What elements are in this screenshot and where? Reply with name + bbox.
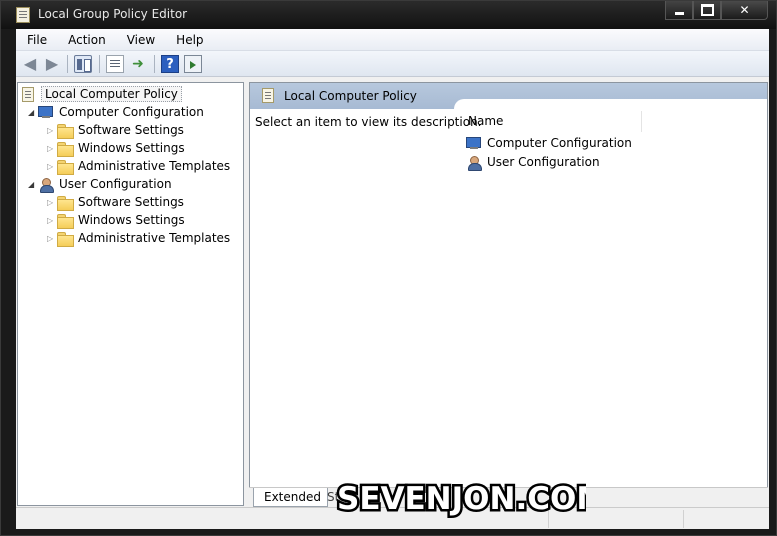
group-policy-icon bbox=[16, 7, 30, 23]
details-header: Local Computer Policy bbox=[250, 83, 767, 109]
column-header-label: Name bbox=[468, 114, 504, 128]
column-header-empty[interactable] bbox=[642, 111, 767, 132]
folder-icon bbox=[57, 159, 74, 175]
tree-computer-software-settings[interactable]: ▷ Software Settings bbox=[47, 121, 184, 139]
computer-icon bbox=[466, 136, 482, 150]
collapsed-arrow-icon[interactable]: ▷ bbox=[47, 234, 57, 243]
window-title: Local Group Policy Editor bbox=[38, 7, 188, 21]
tree-user-windows-settings[interactable]: ▷ Windows Settings bbox=[47, 211, 185, 229]
policy-document-icon bbox=[262, 88, 274, 103]
computer-icon bbox=[38, 105, 54, 119]
menu-file[interactable]: File bbox=[16, 33, 57, 47]
collapsed-arrow-icon[interactable]: ▷ bbox=[47, 144, 57, 153]
toolbar-separator bbox=[67, 55, 68, 73]
folder-icon bbox=[57, 141, 74, 157]
tree-root-label: Local Computer Policy bbox=[41, 86, 182, 102]
expanded-arrow-icon[interactable]: ◢ bbox=[28, 180, 38, 189]
menu-help[interactable]: Help bbox=[165, 33, 213, 47]
tree-user-administrative-templates[interactable]: ▷ Administrative Templates bbox=[47, 229, 230, 247]
close-button[interactable]: ✕ bbox=[721, 1, 768, 20]
client-area: File Action View Help ◀ ▶ ➜ ? Local Comp… bbox=[16, 29, 769, 529]
details-header-curve bbox=[454, 99, 767, 109]
collapsed-arrow-icon[interactable]: ▷ bbox=[47, 216, 57, 225]
collapsed-arrow-icon[interactable]: ▷ bbox=[47, 198, 57, 207]
toolbar: ◀ ▶ ➜ ? bbox=[16, 51, 769, 77]
maximize-button[interactable] bbox=[693, 1, 721, 20]
watermark-text: SEVENJON.COM bbox=[337, 481, 586, 517]
tree-node-label: Software Settings bbox=[78, 195, 184, 209]
tree-pane[interactable]: Local Computer Policy ◢ Computer Configu… bbox=[17, 82, 244, 506]
tree-computer-configuration[interactable]: ◢ Computer Configuration bbox=[28, 103, 204, 121]
list-item-label: User Configuration bbox=[487, 155, 600, 169]
details-header-title: Local Computer Policy bbox=[284, 89, 417, 103]
view-icon[interactable] bbox=[184, 55, 202, 73]
minimize-button[interactable] bbox=[665, 1, 693, 20]
tree-computer-windows-settings[interactable]: ▷ Windows Settings bbox=[47, 139, 185, 157]
collapsed-arrow-icon[interactable]: ▷ bbox=[47, 126, 57, 135]
tree-node-label: User Configuration bbox=[59, 177, 172, 191]
details-pane[interactable]: Local Computer Policy Select an item to … bbox=[249, 82, 768, 506]
tree-node-label: Windows Settings bbox=[78, 213, 185, 227]
tree-node-label: Administrative Templates bbox=[78, 159, 231, 173]
folder-icon bbox=[57, 231, 74, 247]
status-separator bbox=[683, 510, 684, 528]
list-item-label: Computer Configuration bbox=[487, 136, 632, 150]
properties-icon[interactable] bbox=[106, 55, 124, 73]
toolbar-separator bbox=[154, 55, 155, 73]
folder-icon bbox=[57, 213, 74, 229]
export-list-icon[interactable]: ➜ bbox=[129, 55, 147, 73]
user-icon bbox=[38, 177, 54, 193]
column-header-name[interactable]: Name bbox=[462, 111, 642, 132]
toolbar-separator bbox=[99, 55, 100, 73]
policy-document-icon bbox=[22, 86, 34, 102]
forward-arrow-icon[interactable]: ▶ bbox=[43, 55, 61, 73]
tree-node-label: Administrative Templates bbox=[78, 231, 231, 245]
show-hide-tree-icon[interactable] bbox=[74, 55, 92, 73]
tree-user-software-settings[interactable]: ▷ Software Settings bbox=[47, 193, 184, 211]
menu-view[interactable]: View bbox=[116, 33, 165, 47]
menu-bar: File Action View Help bbox=[16, 29, 769, 51]
tree-root[interactable]: Local Computer Policy bbox=[22, 85, 182, 103]
tree-user-configuration[interactable]: ◢ User Configuration bbox=[28, 175, 172, 193]
folder-icon bbox=[57, 123, 74, 139]
expanded-arrow-icon[interactable]: ◢ bbox=[28, 108, 38, 117]
sevenjon-watermark: SEVENJON.COM bbox=[335, 479, 587, 520]
caption-buttons: ✕ bbox=[665, 1, 768, 20]
menu-action[interactable]: Action bbox=[57, 33, 116, 47]
tree-computer-administrative-templates[interactable]: ▷ Administrative Templates bbox=[47, 157, 230, 175]
list-item-computer-configuration[interactable]: Computer Configuration bbox=[466, 134, 632, 152]
window: Local Group Policy Editor ✕ File Action … bbox=[0, 0, 777, 536]
user-icon bbox=[466, 155, 482, 171]
back-arrow-icon[interactable]: ◀ bbox=[21, 55, 39, 73]
tree-node-label: Software Settings bbox=[78, 123, 184, 137]
tree-node-label: Computer Configuration bbox=[59, 105, 204, 119]
list-item-user-configuration[interactable]: User Configuration bbox=[466, 153, 600, 171]
description-text: Select an item to view its description. bbox=[255, 115, 482, 129]
tree-node-label: Windows Settings bbox=[78, 141, 185, 155]
collapsed-arrow-icon[interactable]: ▷ bbox=[47, 162, 57, 171]
folder-icon bbox=[57, 195, 74, 211]
title-bar[interactable]: Local Group Policy Editor ✕ bbox=[1, 1, 776, 29]
help-icon[interactable]: ? bbox=[161, 55, 179, 73]
